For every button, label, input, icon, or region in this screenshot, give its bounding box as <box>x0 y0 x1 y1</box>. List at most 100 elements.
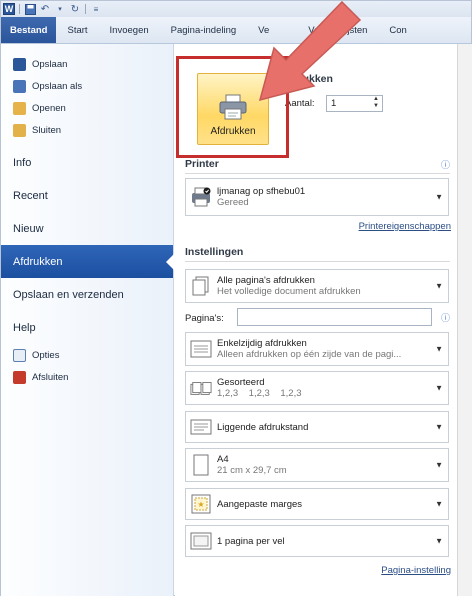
chevron-down-icon: ▼ <box>435 344 443 354</box>
sides-dropdown[interactable]: Enkelzijdig afdrukken Alleen afdrukken o… <box>185 332 449 366</box>
stepper-arrows-icon[interactable]: ▲ ▼ <box>373 96 379 110</box>
pages-per-sheet-title: 1 pagina per vel <box>217 535 285 547</box>
pages-per-sheet-icon <box>190 530 212 552</box>
paper-size-icon <box>190 454 212 476</box>
orientation-dropdown[interactable]: Liggende afdrukstand ▼ <box>185 411 449 443</box>
word-backstage-window: W ↶ ▾ ↻ ≡ Bestand Start Invoegen Pagina-… <box>0 0 472 596</box>
dropdown-arrow-icon[interactable]: ▾ <box>54 3 66 15</box>
printer-dropdown[interactable]: ljmanag op sfhebu01 Gereed ▼ <box>185 178 449 216</box>
nav-afsluiten[interactable]: Afsluiten <box>1 366 173 388</box>
pages-per-sheet-dropdown[interactable]: 1 pagina per vel ▼ <box>185 525 449 557</box>
info-icon[interactable]: ⓘ <box>441 158 450 171</box>
chevron-down-icon: ▼ <box>435 536 443 546</box>
printer-heading: Printer ⓘ <box>185 158 450 174</box>
print-heading: Afdrukken <box>281 73 333 85</box>
orientation-title: Liggende afdrukstand <box>217 421 309 433</box>
undo-icon[interactable]: ↶ <box>39 3 51 15</box>
quick-access-toolbar: W ↶ ▾ ↻ ≡ <box>1 1 471 17</box>
nav-opslaan-als[interactable]: Opslaan als <box>1 75 173 97</box>
toolbar-divider <box>19 4 20 14</box>
ribbon-tabs: Bestand Start Invoegen Pagina-indeling V… <box>1 17 471 44</box>
collation-title: Gesorteerd <box>217 377 265 388</box>
margins-title: Aangepaste marges <box>217 498 303 510</box>
page-setup-link[interactable]: Pagina-instelling <box>381 565 451 576</box>
pages-icon <box>190 275 212 297</box>
tab-pagina-indeling[interactable]: Pagina-indeling <box>160 17 248 43</box>
settings-heading: Instellingen <box>185 246 450 262</box>
print-panel: Afdrukken Afdrukken Aantal: 1 ▲ ▼ Printer… <box>175 44 457 596</box>
nav-opslaan-en-verzenden[interactable]: Opslaan en verzenden <box>1 278 173 311</box>
nav-opslaan-als-label: Opslaan als <box>32 80 83 92</box>
nav-nieuw[interactable]: Nieuw <box>1 212 173 245</box>
nav-openen[interactable]: Openen <box>1 97 173 119</box>
nav-recent[interactable]: Recent <box>1 179 173 212</box>
print-button[interactable]: Afdrukken <box>197 73 269 145</box>
print-range-dropdown[interactable]: Alle pagina's afdrukken Het volledige do… <box>185 269 449 303</box>
chevron-down-icon: ▼ <box>435 422 443 432</box>
pages-input[interactable] <box>237 308 432 326</box>
paper-size-dropdown[interactable]: A4 21 cm x 29,7 cm ▼ <box>185 448 449 482</box>
nav-afdrukken[interactable]: Afdrukken <box>1 245 174 278</box>
sides-subtitle: Alleen afdrukken op één zijde van de pag… <box>217 349 402 360</box>
nav-opslaan[interactable]: Opslaan <box>1 53 173 75</box>
nav-opslaan-label: Opslaan <box>32 58 68 70</box>
single-sided-icon <box>190 338 212 360</box>
info-icon[interactable]: ⓘ <box>441 311 450 324</box>
copies-stepper[interactable]: 1 ▲ ▼ <box>326 95 383 112</box>
nav-openen-label: Openen <box>32 102 66 114</box>
chevron-down-icon: ▼ <box>435 192 443 202</box>
printer-icon <box>219 94 247 120</box>
save-as-icon <box>13 79 26 93</box>
nav-opties-label: Opties <box>32 349 60 361</box>
tab-start[interactable]: Start <box>56 17 98 43</box>
print-range-title: Alle pagina's afdrukken <box>217 275 315 286</box>
print-button-label: Afdrukken <box>210 126 256 137</box>
margins-icon: ★ <box>190 493 212 515</box>
svg-text:★: ★ <box>197 500 204 509</box>
nav-sluiten-label: Sluiten <box>32 124 62 136</box>
collation-dropdown[interactable]: Gesorteerd 1,2,3 1,2,3 1,2,3 ▼ <box>185 371 449 405</box>
printer-status: Gereed <box>217 197 249 208</box>
tab-bestand[interactable]: Bestand <box>1 17 57 43</box>
paper-size-title: A4 <box>217 454 229 465</box>
copies-label: Aantal: <box>285 98 315 109</box>
print-range-subtitle: Het volledige document afdrukken <box>217 286 361 297</box>
nav-info[interactable]: Info <box>1 146 173 179</box>
printer-heading-text: Printer <box>185 158 219 170</box>
tab-verzendlijsten[interactable]: Verzendlijsten <box>297 17 378 43</box>
collation-subtitle: 1,2,3 1,2,3 1,2,3 <box>217 388 302 399</box>
paper-size-subtitle: 21 cm x 29,7 cm <box>217 465 287 476</box>
toolbar-divider <box>85 4 86 14</box>
copies-value: 1 <box>331 98 337 109</box>
nav-afsluiten-label: Afsluiten <box>32 371 69 383</box>
save-icon <box>13 57 26 71</box>
chevron-down-icon: ▼ <box>435 281 443 291</box>
close-folder-icon <box>13 123 26 137</box>
save-icon[interactable] <box>24 3 36 15</box>
customize-icon[interactable]: ≡ <box>90 3 102 15</box>
printer-icon <box>190 186 212 208</box>
scrollbar[interactable] <box>457 44 472 596</box>
printer-name: ljmanag op sfhebu01 <box>217 186 306 197</box>
tab-invoegen[interactable]: Invoegen <box>99 17 160 43</box>
redo-icon[interactable]: ↻ <box>69 3 81 15</box>
margins-dropdown[interactable]: ★ Aangepaste marges ▼ <box>185 488 449 520</box>
chevron-down-icon: ▼ <box>435 499 443 509</box>
sides-title: Enkelzijdig afdrukken <box>217 338 307 349</box>
options-icon <box>13 348 26 362</box>
chevron-down-icon: ▼ <box>435 460 443 470</box>
word-app-icon[interactable]: W <box>3 3 15 15</box>
printer-properties-link[interactable]: Printereigenschappen <box>359 221 451 232</box>
exit-icon <box>13 370 26 384</box>
nav-opties[interactable]: Opties <box>1 344 173 366</box>
tab-verwijzingen[interactable]: Ve <box>247 17 297 43</box>
nav-sluiten[interactable]: Sluiten <box>1 119 173 141</box>
chevron-down-icon: ▼ <box>435 383 443 393</box>
landscape-icon <box>190 416 212 438</box>
backstage-nav: Opslaan Opslaan als Openen Sluiten Info … <box>1 44 174 596</box>
pages-label: Pagina's: <box>185 313 224 324</box>
open-folder-icon <box>13 101 26 115</box>
collated-icon <box>190 377 212 399</box>
nav-help[interactable]: Help <box>1 311 173 344</box>
tab-controleren[interactable]: Con <box>378 17 417 43</box>
